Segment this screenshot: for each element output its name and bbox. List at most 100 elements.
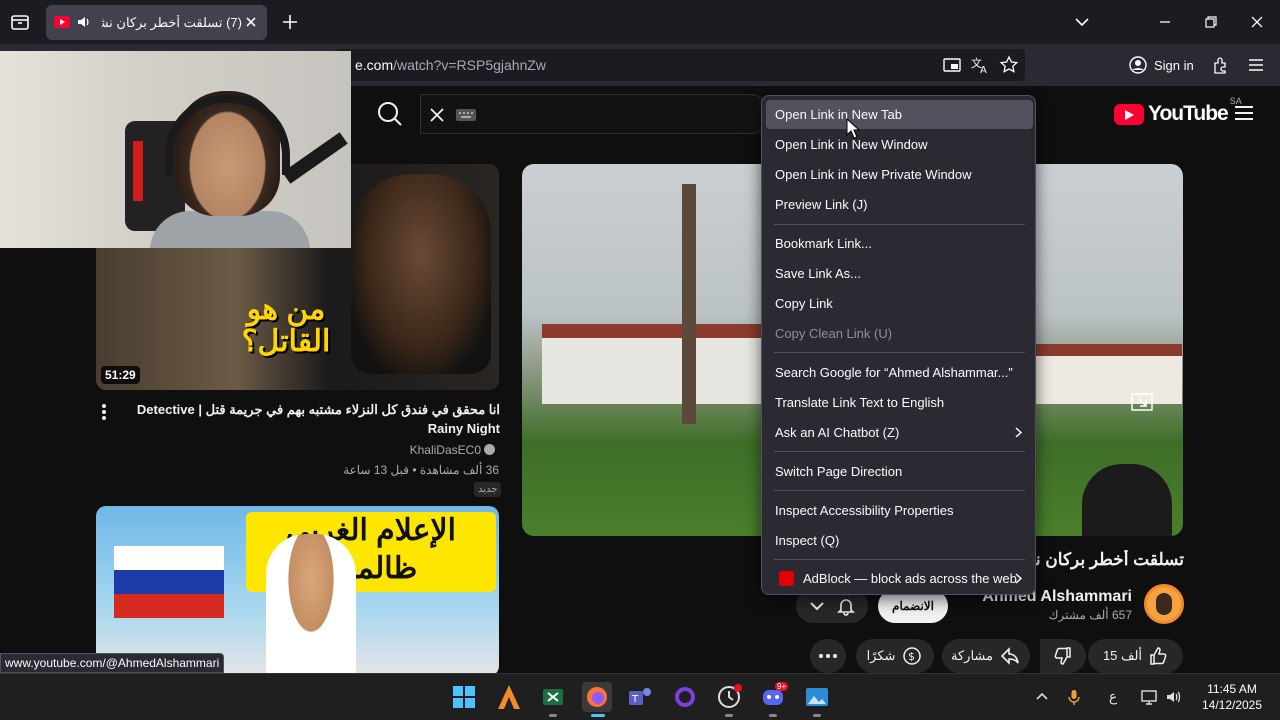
dislike-button[interactable] (1040, 639, 1086, 673)
menu-preview-link[interactable]: Preview Link (J) (766, 190, 1033, 219)
miniplayer-icon[interactable] (1130, 392, 1154, 412)
url-bar[interactable]: e.com/watch?v=RSP5gjahnZw 文A (335, 49, 1025, 81)
svg-text:$: $ (908, 650, 915, 663)
menu-open-private-window[interactable]: Open Link in New Private Window (766, 160, 1033, 189)
hamburger-icon[interactable] (1233, 104, 1255, 122)
youtube-favicon-icon (54, 16, 70, 28)
logo-text: YouTube (1148, 102, 1229, 125)
video-stats: 36 ألف مشاهدة • قبل 13 ساعة (343, 463, 499, 477)
more-horiz-icon (819, 654, 837, 658)
restore-icon[interactable] (1201, 12, 1221, 32)
signin-button[interactable]: Sign in (1128, 52, 1194, 78)
scene-person (1082, 464, 1172, 536)
search-icon[interactable] (360, 94, 420, 134)
menu-translate-link[interactable]: Translate Link Text to English (766, 388, 1033, 417)
url-domain: e.com (355, 57, 394, 73)
network-icon[interactable] (1140, 688, 1158, 706)
like-button[interactable]: 15 ألف (1088, 639, 1183, 673)
app-menu-icon[interactable] (1246, 55, 1266, 75)
url-text: e.com/watch?v=RSP5gjahnZw (355, 57, 546, 73)
svg-text:T: T (631, 694, 639, 705)
windows-start-icon[interactable] (449, 682, 479, 712)
menu-inspect-accessibility[interactable]: Inspect Accessibility Properties (766, 496, 1033, 525)
scene-building (542, 324, 762, 404)
menu-switch-page-direction[interactable]: Switch Page Direction (766, 457, 1033, 486)
subscriber-count: 657 ألف مشترك (1048, 608, 1132, 622)
system-clock[interactable]: 11:45 AM 14/12/2025 (1192, 681, 1272, 713)
menu-open-new-window[interactable]: Open Link in New Window (766, 130, 1033, 159)
menu-inspect[interactable]: Inspect (Q) (766, 526, 1033, 555)
streamer-body (150, 211, 310, 248)
video-thumbnail[interactable]: الإعلام الغربي ظالمها! (96, 506, 499, 673)
extensions-icon[interactable] (1211, 55, 1231, 75)
taskbar: T 9+ ع 11:45 AM 14/12/2025 (0, 673, 1280, 720)
copilot-icon[interactable] (670, 682, 700, 712)
menu-copy-link[interactable]: Copy Link (766, 289, 1033, 318)
microphone-arm (282, 132, 348, 184)
close-tab-icon[interactable] (243, 14, 259, 30)
share-label: مشاركة (951, 648, 993, 663)
menu-separator (774, 224, 1025, 225)
webcam-overlay (0, 51, 351, 248)
running-indicator (769, 714, 777, 717)
chevron-up-icon[interactable] (1033, 688, 1051, 706)
new-tab-icon[interactable] (280, 12, 300, 32)
thanks-button[interactable]: شكرًا $ (856, 639, 934, 673)
discord-badge: 9+ (775, 682, 789, 691)
thanks-label: شكرًا (866, 648, 896, 663)
keyboard-icon[interactable] (455, 107, 477, 123)
microphone-icon[interactable] (1065, 688, 1083, 706)
firefox-icon[interactable] (582, 682, 612, 712)
scene-palm (682, 184, 696, 424)
chevron-down-icon (810, 602, 824, 611)
menu-search-google[interactable]: Search Google for “Ahmed Alshammar...” (766, 358, 1033, 387)
like-count: 15 ألف (1102, 648, 1143, 663)
flag-icon (114, 546, 224, 618)
bell-icon (837, 599, 855, 616)
menu-adblock[interactable]: AdBlock — block ads across the web (766, 564, 1033, 593)
picture-in-picture-icon[interactable] (942, 55, 962, 75)
search-input[interactable] (420, 94, 770, 134)
headphones-icon (165, 95, 290, 175)
svg-text:A: A (980, 65, 987, 75)
speaker-icon[interactable] (76, 14, 92, 30)
avatar[interactable] (1144, 584, 1184, 624)
channel-name[interactable]: KhaliDasEC0 (300, 443, 495, 457)
youtube-logo[interactable]: YouTube SA (1114, 96, 1242, 126)
clock-date: 14/12/2025 (1201, 698, 1263, 712)
more-actions-button[interactable] (810, 639, 846, 673)
menu-open-new-tab[interactable]: Open Link in New Tab (766, 100, 1033, 129)
video-title[interactable]: انا محقق في فندق كل النزلاء مشتبه بهم في… (122, 400, 500, 438)
account-icon (1129, 56, 1147, 74)
menu-bookmark-link[interactable]: Bookmark Link... (766, 229, 1033, 258)
volume-icon[interactable] (1165, 688, 1183, 706)
teams-icon[interactable]: T (625, 682, 655, 712)
translate-icon[interactable]: 文A (970, 55, 990, 75)
menu-item-label: AdBlock — block ads across the web (803, 571, 1017, 586)
minimize-icon[interactable] (1155, 12, 1175, 32)
photos-icon[interactable] (802, 682, 832, 712)
more-vert-icon[interactable] (96, 402, 112, 422)
share-button[interactable]: مشاركة (942, 639, 1030, 673)
tab-strip: (7) تسلقت أخطر بركان نشط (0, 0, 1280, 44)
signin-label: Sign in (1154, 57, 1194, 73)
app-a-icon[interactable] (494, 682, 524, 712)
thumbnail-text: من هو القاتل؟ (241, 293, 331, 358)
tab-list-icon[interactable] (8, 10, 32, 34)
menu-ask-ai-chatbot[interactable]: Ask an AI Chatbot (Z) (766, 418, 1033, 447)
excel-icon[interactable] (538, 682, 568, 712)
chevron-down-icon[interactable] (1072, 12, 1092, 32)
bookmark-star-icon[interactable] (999, 55, 1019, 75)
thumbnail-person (351, 174, 491, 374)
clear-search-icon[interactable] (427, 105, 447, 125)
duration-badge: 51:29 (101, 366, 140, 384)
menu-save-link-as[interactable]: Save Link As... (766, 259, 1033, 288)
running-indicator (549, 714, 557, 717)
clock-app-icon[interactable] (714, 682, 744, 712)
active-tab[interactable]: (7) تسلقت أخطر بركان نشط (46, 5, 267, 40)
close-window-icon[interactable] (1247, 12, 1267, 32)
input-language[interactable]: ع (1104, 688, 1122, 706)
adblock-icon (779, 571, 794, 586)
verified-icon (484, 444, 495, 455)
link-status-bar: www.youtube.com/@AhmedAlshammari (0, 653, 225, 673)
